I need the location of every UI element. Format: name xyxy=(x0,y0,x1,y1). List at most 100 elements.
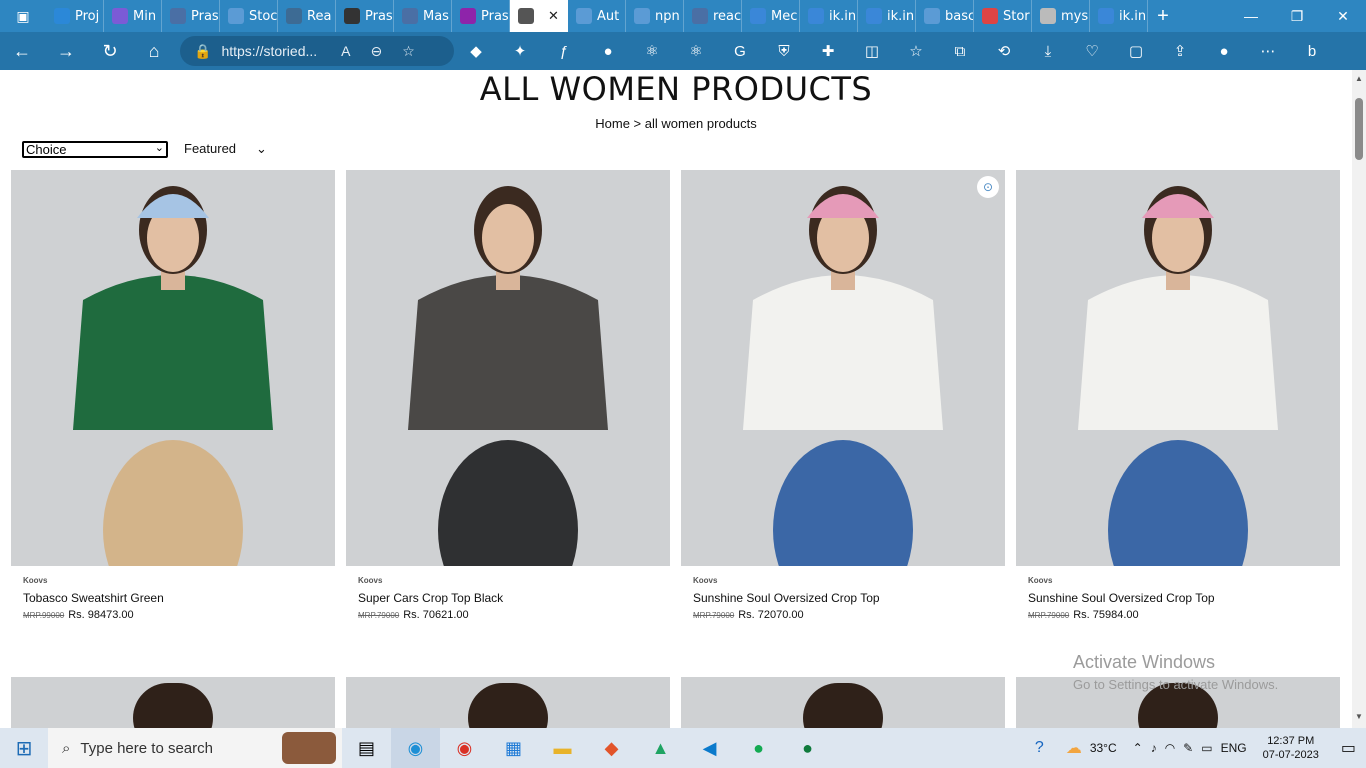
product-name[interactable]: Super Cars Crop Top Black xyxy=(358,591,670,605)
product-image[interactable] xyxy=(1016,170,1340,566)
task-view-icon[interactable]: ▤ xyxy=(342,728,391,768)
browser-tab[interactable]: npn xyxy=(626,0,684,32)
product-card[interactable] xyxy=(346,677,670,728)
browser-tab[interactable]: reac xyxy=(684,0,742,32)
more-menu-icon[interactable]: ⋯ xyxy=(1246,32,1290,70)
browser-tab[interactable]: ik.in xyxy=(858,0,916,32)
scroll-up-icon[interactable]: ▲ xyxy=(1355,74,1363,83)
mongodb-icon[interactable]: ● xyxy=(734,728,783,768)
minimize-button[interactable]: — xyxy=(1228,0,1274,32)
back-button[interactable]: ← xyxy=(0,32,44,70)
history-icon[interactable]: ⟲ xyxy=(982,32,1026,70)
taskbar-search[interactable]: ⌕ Type here to search xyxy=(48,728,342,768)
shield-icon[interactable]: ⛨ xyxy=(762,32,806,70)
tab-actions-icon[interactable]: ▣ xyxy=(0,0,46,32)
share-icon[interactable]: ⇪ xyxy=(1158,32,1202,70)
restore-button[interactable]: ❐ xyxy=(1274,0,1320,32)
extension-3-icon[interactable]: ƒ xyxy=(542,32,586,70)
store-icon[interactable]: ▦ xyxy=(489,728,538,768)
help-icon[interactable]: ? xyxy=(1035,739,1044,757)
product-card[interactable] xyxy=(681,677,1005,728)
address-input[interactable]: 🔒 https://storied... A ⊖ ☆ xyxy=(180,36,454,66)
browser-tab[interactable]: Stor xyxy=(974,0,1032,32)
browser-tab[interactable]: Mec xyxy=(742,0,800,32)
close-tab-icon[interactable]: ✕ xyxy=(548,9,559,24)
clock[interactable]: 12:37 PM 07-07-2023 xyxy=(1255,734,1327,762)
filter-select[interactable]: Choice ⌄ xyxy=(22,141,168,158)
windows-start-icon[interactable]: ⊞ xyxy=(0,728,48,768)
react-icon[interactable]: ⚛ xyxy=(674,32,718,70)
browser-tab[interactable]: ik.in xyxy=(1090,0,1148,32)
weather-icon[interactable]: ☁ xyxy=(1066,738,1082,758)
refresh-button[interactable]: ↻ xyxy=(88,32,132,70)
brave-icon[interactable]: ◆ xyxy=(587,728,636,768)
battery-icon[interactable]: ▭ xyxy=(1201,741,1212,755)
browser-tab[interactable]: mys xyxy=(1032,0,1090,32)
extension-4-icon[interactable]: ● xyxy=(586,32,630,70)
browser-tab[interactable]: Pras xyxy=(452,0,510,32)
forward-button[interactable]: → xyxy=(44,32,88,70)
pen-icon[interactable]: ✎ xyxy=(1183,741,1193,755)
profile-avatar[interactable]: ● xyxy=(1202,32,1246,70)
product-card[interactable]: ⊙ Koovs Sunshine Soul Oversized Crop Top MR… xyxy=(681,170,1005,621)
drive-icon[interactable]: ▲ xyxy=(636,728,685,768)
extension-2-icon[interactable]: ✦ xyxy=(498,32,542,70)
extension-1-icon[interactable]: ◆ xyxy=(454,32,498,70)
product-card[interactable]: Koovs Tobasco Sweatshirt Green MRP.99000 Rs… xyxy=(11,170,335,621)
product-card[interactable]: Koovs Sunshine Soul Oversized Crop Top MRP… xyxy=(1016,170,1340,621)
performance-icon[interactable]: ♡ xyxy=(1070,32,1114,70)
product-name[interactable]: Sunshine Soul Oversized Crop Top xyxy=(1028,591,1340,605)
product-card[interactable] xyxy=(11,677,335,728)
browser-tab[interactable]: basc xyxy=(916,0,974,32)
product-card[interactable]: Koovs Super Cars Crop Top Black MRP.79000 R… xyxy=(346,170,670,621)
chevron-up-icon[interactable]: ⌃ xyxy=(1133,741,1143,755)
product-image[interactable] xyxy=(346,170,670,566)
page-scrollbar[interactable]: ▲ ▼ xyxy=(1352,70,1366,728)
volume-icon[interactable]: ♪ xyxy=(1151,741,1157,755)
chrome-icon[interactable]: ◉ xyxy=(440,728,489,768)
product-image[interactable] xyxy=(11,677,335,728)
scrollbar-thumb[interactable] xyxy=(1355,98,1363,160)
download-icon[interactable]: ⤓ xyxy=(1026,32,1070,70)
browser-tab[interactable]: Aut xyxy=(568,0,626,32)
browser-tab[interactable]: Mas xyxy=(394,0,452,32)
product-image[interactable] xyxy=(681,677,1005,728)
product-image[interactable] xyxy=(346,677,670,728)
home-button[interactable]: ⌂ xyxy=(132,32,176,70)
product-image[interactable]: ⊙ xyxy=(681,170,1005,566)
browser-tab[interactable]: Stoc xyxy=(220,0,278,32)
wifi-icon[interactable]: ◠ xyxy=(1165,741,1175,755)
browser-tab[interactable]: Pras xyxy=(336,0,394,32)
product-image[interactable] xyxy=(11,170,335,566)
visual-search-icon[interactable]: ⊙ xyxy=(977,176,999,198)
file-explorer-icon[interactable]: ▬ xyxy=(538,728,587,768)
browser-tab[interactable]: ik.in xyxy=(800,0,858,32)
product-name[interactable]: Sunshine Soul Oversized Crop Top xyxy=(693,591,1005,605)
vscode-icon[interactable]: ◀ xyxy=(685,728,734,768)
browser-tab[interactable]: Proj xyxy=(46,0,104,32)
product-name[interactable]: Tobasco Sweatshirt Green xyxy=(23,591,335,605)
edge-taskbar-icon[interactable]: ◉ xyxy=(391,728,440,768)
browser-tab[interactable]: Min xyxy=(104,0,162,32)
screenshot-icon[interactable]: ▢ xyxy=(1114,32,1158,70)
new-tab-button[interactable]: + xyxy=(1148,5,1178,28)
notifications-icon[interactable]: ▭ xyxy=(1341,738,1356,758)
mongodb-compass-icon[interactable]: ● xyxy=(783,728,832,768)
extensions-icon[interactable]: ✚ xyxy=(806,32,850,70)
grammarly-icon[interactable]: G xyxy=(718,32,762,70)
favorites-icon[interactable]: ☆ xyxy=(894,32,938,70)
browser-tab[interactable]: ✕ xyxy=(510,0,568,32)
scroll-down-icon[interactable]: ▼ xyxy=(1355,712,1363,721)
react-devtools-icon[interactable]: ⚛ xyxy=(630,32,674,70)
browser-tab[interactable]: Rea xyxy=(278,0,336,32)
close-window-button[interactable]: ✕ xyxy=(1320,0,1366,32)
zoom-icon[interactable]: ⊖ xyxy=(371,43,383,60)
temperature[interactable]: 33°C xyxy=(1090,741,1117,755)
favorite-star-icon[interactable]: ☆ xyxy=(402,43,415,60)
collections-icon[interactable]: ⧉ xyxy=(938,32,982,70)
bing-chat-icon[interactable]: b xyxy=(1290,32,1334,70)
language[interactable]: ENG xyxy=(1221,741,1247,755)
read-aloud-icon[interactable]: A xyxy=(341,43,350,59)
split-screen-icon[interactable]: ◫ xyxy=(850,32,894,70)
breadcrumb[interactable]: Home > all women products xyxy=(0,116,1352,131)
